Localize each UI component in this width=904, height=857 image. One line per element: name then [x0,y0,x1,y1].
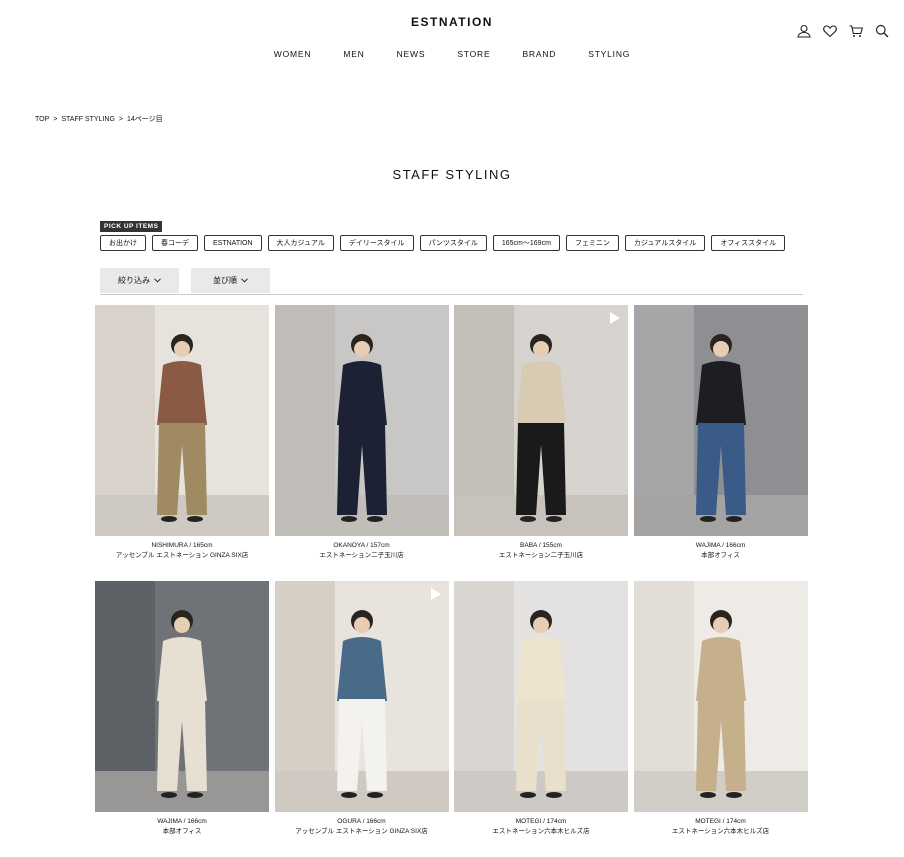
chevron-down-icon [154,278,161,283]
staff-store: エストネーション二子玉川店 [319,551,404,559]
styling-photo[interactable] [454,581,628,812]
global-nav: WOMEN MEN NEWS STORE BRAND STYLING [0,49,904,59]
filter-bar: 絞り込み 並び順 [100,268,270,293]
tag-height-range[interactable]: 165cm〜169cm [492,235,560,251]
staff-name: OGURA / 166cm [337,818,386,825]
tag-feminine[interactable]: フェミニン [565,235,619,251]
styling-caption: WAJIMA / 166cm 本部オフィス [634,541,808,560]
styling-card[interactable]: WAJIMA / 166cm 本部オフィス [95,581,269,857]
header-icons [796,23,890,39]
tag-adult-casual[interactable]: 大人カジュアル [267,235,334,251]
styling-caption: NISHIMURA / 165cm アッセンブル エストネーション GINZA S… [95,541,269,560]
staff-store: エストネーション六本木ヒルズ店 [492,827,590,835]
pickup-label: PICK UP ITEMS [100,221,163,232]
refine-button[interactable]: 絞り込み [100,268,179,293]
styling-caption: MOTEGI / 174cm エストネーション六本木ヒルズ店 [634,817,808,836]
staff-store: エストネーション二子玉川店 [498,551,584,559]
sort-button[interactable]: 並び順 [191,268,270,293]
styling-card[interactable]: NISHIMURA / 165cm アッセンブル エストネーション GINZA S… [95,305,269,581]
tag-spring-coordinate[interactable]: 春コーデ [152,235,198,251]
pickup-tags: お出かけ 春コーデ ESTNATION 大人カジュアル デイリースタイル パンツ… [100,235,786,251]
sort-label: 並び順 [213,276,237,285]
styling-photo[interactable] [274,581,449,812]
styling-card[interactable]: OGURA / 166cm アッセンブル エストネーション GINZA SIX店 [274,581,449,857]
staff-name: WAJIMA / 166cm [695,542,746,549]
breadcrumb-top[interactable]: TOP [35,116,49,123]
staff-store: アッセンブル エストネーション GINZA SIX店 [295,827,428,835]
styling-card[interactable]: WAJIMA / 166cm 本部オフィス [633,305,808,581]
staff-name: NISHIMURA / 165cm [151,542,213,549]
tag-estnation[interactable]: ESTNATION [204,235,262,251]
cart-icon[interactable] [848,23,864,39]
tag-office-style[interactable]: オフィススタイル [711,235,786,251]
staff-name: WAJIMA / 166cm [157,818,207,825]
breadcrumb-current: 14ページ目 [127,116,163,123]
tag-pants-style[interactable]: パンツスタイル [419,235,487,251]
breadcrumb-separator: > [53,115,58,123]
styling-card[interactable]: MOTEGI / 174cm エストネーション六本木ヒルズ店 [633,581,808,857]
divider [100,294,803,295]
nav-store[interactable]: STORE [441,49,506,59]
play-icon [610,312,620,324]
tag-odekake[interactable]: お出かけ [100,235,146,251]
styling-caption: MOTEGI / 174cm エストネーション六本木ヒルズ店 [454,817,628,836]
page-title: STAFF STYLING [392,167,512,182]
tag-casual-style[interactable]: カジュアルスタイル [624,235,706,251]
staff-name: MOTEGI / 174cm [695,818,746,825]
styling-caption: OGURA / 166cm アッセンブル エストネーション GINZA SIX店 [275,817,449,836]
styling-photo[interactable] [633,305,808,536]
styling-photo[interactable] [274,305,449,536]
styling-caption: WAJIMA / 166cm 本部オフィス [95,817,269,836]
refine-label: 絞り込み [118,276,150,285]
nav-news[interactable]: NEWS [381,49,442,59]
staff-name: BABA / 155cm [520,542,562,549]
styling-photo[interactable] [95,581,269,812]
styling-card[interactable]: BABA / 155cm エストネーション二子玉川店 [454,305,628,581]
heart-icon[interactable] [822,23,838,39]
user-icon[interactable] [796,23,812,39]
styling-photo[interactable] [633,581,808,812]
staff-store: 本部オフィス [701,551,740,559]
site-logo[interactable]: ESTNATION [0,15,904,29]
staff-store: アッセンブル エストネーション GINZA SIX店 [115,551,249,559]
styling-card[interactable]: OKANOYA / 157cm エストネーション二子玉川店 [274,305,449,581]
staff-store: 本部オフィス [162,827,202,835]
tag-daily-style[interactable]: デイリースタイル [339,235,414,251]
styling-card[interactable]: MOTEGI / 174cm エストネーション六本木ヒルズ店 [454,581,628,857]
nav-styling[interactable]: STYLING [572,49,646,59]
styling-caption: BABA / 155cm エストネーション二子玉川店 [454,541,628,560]
staff-store: エストネーション六本木ヒルズ店 [671,827,770,835]
nav-men[interactable]: MEN [327,49,380,59]
nav-women[interactable]: WOMEN [258,49,328,59]
styling-grid: NISHIMURA / 165cm アッセンブル エストネーション GINZA S… [95,305,808,857]
styling-photo[interactable] [454,305,628,536]
search-icon[interactable] [874,23,890,39]
staff-name: MOTEGI / 174cm [515,818,567,825]
styling-photo[interactable] [95,305,269,536]
nav-brand[interactable]: BRAND [506,49,572,59]
styling-caption: OKANOYA / 157cm エストネーション二子玉川店 [275,541,449,560]
play-icon [430,588,441,600]
chevron-down-icon [241,278,248,283]
staff-name: OKANOYA / 157cm [333,542,390,549]
breadcrumb-separator: > [118,115,123,123]
breadcrumb: TOP > STAFF STYLING > 14ページ目 [35,114,163,124]
breadcrumb-staff-styling[interactable]: STAFF STYLING [61,116,115,123]
